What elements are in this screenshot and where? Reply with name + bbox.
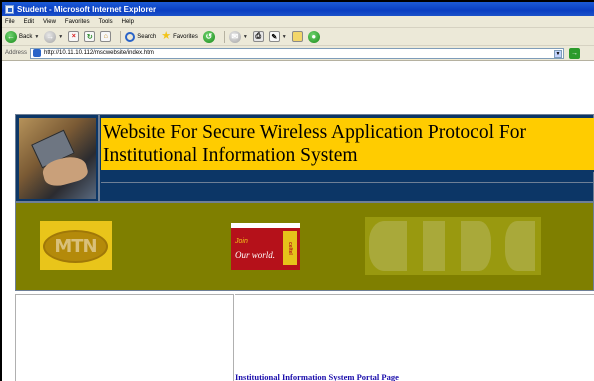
mtn-logo: MTN: [40, 221, 112, 270]
chevron-down-icon[interactable]: ▼: [282, 34, 287, 40]
site-header: Website For Secure Wireless Application …: [15, 114, 594, 203]
menu-favorites[interactable]: Favorites: [65, 19, 90, 25]
chevron-down-icon[interactable]: ▼: [34, 34, 39, 40]
refresh-button[interactable]: ↻: [84, 30, 96, 44]
print-button[interactable]: ⎙: [252, 30, 264, 44]
page-content: Website For Secure Wireless Application …: [2, 61, 594, 381]
logo-shape: [423, 221, 445, 271]
forward-button[interactable]: → ▼: [44, 30, 63, 44]
menu-help[interactable]: Help: [122, 19, 134, 25]
chevron-down-icon[interactable]: ▼: [58, 34, 63, 40]
home-button[interactable]: ⌂: [100, 30, 112, 44]
portal-page-link[interactable]: Institutional Information System Portal …: [235, 372, 399, 381]
history-button[interactable]: ↺: [202, 30, 215, 44]
messenger-icon: ●: [307, 30, 320, 43]
search-button[interactable]: Search: [125, 30, 156, 44]
search-icon: [125, 31, 136, 42]
discuss-button[interactable]: [291, 30, 303, 44]
ie-app-icon: [5, 4, 14, 14]
address-label: Address: [5, 50, 28, 56]
stop-button[interactable]: ×: [68, 30, 80, 44]
history-icon: ↺: [202, 30, 215, 43]
mtn-logo-text: MTN: [54, 236, 97, 257]
favorites-button[interactable]: ★ Favorites: [161, 30, 198, 44]
right-panel: [235, 294, 594, 381]
left-panel: [15, 294, 234, 381]
address-url: http://10.11.10.112/mscwebsite/index.htm: [44, 50, 154, 56]
mtn-oval: MTN: [43, 230, 108, 263]
back-arrow-icon: ←: [5, 30, 17, 43]
window-title: Student - Microsoft Internet Explorer: [17, 4, 157, 14]
menu-view[interactable]: View: [43, 19, 56, 25]
favorites-label: Favorites: [173, 33, 198, 40]
page-title: Website For Secure Wireless Application …: [103, 122, 526, 166]
forward-arrow-icon: →: [44, 30, 57, 43]
search-label: Search: [137, 33, 157, 40]
edit-button[interactable]: ✎ ▼: [268, 30, 287, 44]
go-button[interactable]: →: [569, 47, 581, 59]
toolbar-separator: [120, 30, 122, 43]
menu-bar: File Edit View Favorites Tools Help: [2, 16, 594, 28]
mail-button[interactable]: ✉ ▼: [228, 30, 248, 44]
edit-page-icon: ✎: [268, 31, 280, 42]
celtel-world-text: Our world.: [235, 250, 276, 260]
folder-icon: [291, 31, 303, 42]
logo-shape: [461, 221, 491, 271]
logo-shape: [369, 221, 407, 271]
celtel-join-text: Join: [235, 238, 248, 245]
celtel-brand-text: celtel: [283, 231, 297, 265]
logo-shape: [505, 221, 535, 271]
title-bar: Student - Microsoft Internet Explorer: [2, 2, 594, 16]
title-box: Website For Secure Wireless Application …: [101, 118, 594, 172]
address-bar: Address http://10.11.10.112/mscwebsite/i…: [2, 46, 594, 61]
menu-tools[interactable]: Tools: [99, 19, 113, 25]
standard-toolbar: ← Back ▼ → ▼ × ↻ ⌂ Search ★ Favorites ↺: [2, 28, 594, 46]
mail-icon: ✉: [228, 30, 241, 43]
header-rule: [101, 182, 594, 183]
refresh-icon: ↻: [84, 31, 96, 42]
menu-edit[interactable]: Edit: [24, 19, 34, 25]
back-button[interactable]: ← Back ▼: [5, 30, 39, 44]
chevron-down-icon[interactable]: ▼: [243, 34, 248, 40]
back-label: Back: [19, 33, 33, 40]
messenger-button[interactable]: ●: [307, 30, 320, 44]
stop-icon: ×: [68, 31, 80, 42]
print-icon: ⎙: [252, 31, 264, 42]
pda-photo: [19, 118, 96, 199]
page-icon: [33, 49, 42, 57]
address-input[interactable]: http://10.11.10.112/mscwebsite/index.htm…: [30, 47, 565, 59]
home-icon: ⌂: [100, 31, 112, 42]
header-divider: [98, 115, 100, 203]
star-icon: ★: [161, 30, 172, 42]
chevron-down-icon[interactable]: ▼: [554, 49, 563, 58]
toolbar-separator: [223, 30, 225, 43]
browser-window: Student - Microsoft Internet Explorer Fi…: [0, 0, 594, 381]
third-sponsor-logo: [365, 217, 541, 275]
celtel-logo: Join Our world. celtel: [231, 223, 300, 270]
menu-file[interactable]: File: [5, 19, 15, 25]
sponsor-logo-band: MTN Join Our world. celtel: [15, 202, 594, 291]
